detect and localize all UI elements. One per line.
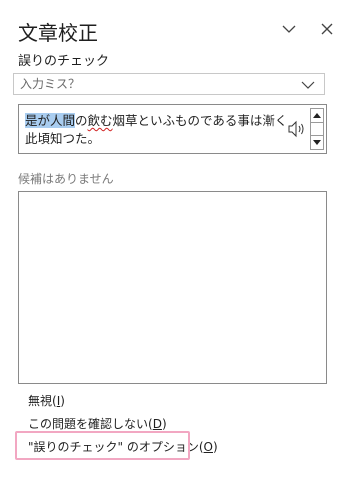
pane-close-button[interactable]	[315, 14, 339, 44]
close-icon	[321, 23, 333, 35]
section-title: 誤りのチェック	[18, 54, 110, 69]
scroll-down-button[interactable]	[311, 135, 323, 149]
sentence-box[interactable]: 是が人間の飲む烟草といふものである事は漸く此頃知つた。	[18, 104, 327, 154]
editor-pane: 文章校正 誤りのチェック 入力ミス？ 是が人間の飲む烟草といふものである事は漸く…	[0, 0, 341, 478]
options-accesskey: O	[203, 440, 213, 454]
chevron-down-icon	[282, 25, 296, 33]
ignore-label-end: )	[60, 394, 65, 408]
ignore-all-label-end: )	[161, 417, 167, 431]
ignore-all-label: この問題を確認しない(	[28, 417, 153, 431]
options-label-end: )	[213, 440, 218, 454]
category-dropdown[interactable]: 入力ミス？	[13, 73, 325, 95]
sentence-text[interactable]: 是が人間の飲む烟草といふものである事は漸く此頃知つた。	[25, 112, 291, 148]
ignore-label: 無視(	[28, 394, 57, 408]
read-aloud-button[interactable]	[287, 120, 307, 138]
ignore-all-accesskey: D	[152, 417, 162, 431]
options-label: "誤りのチェック" のオプション(	[28, 440, 204, 454]
ignore-all-link[interactable]: この問題を確認しない(D)	[28, 416, 167, 432]
error-text: 飲む	[87, 113, 113, 128]
scroll-down-icon	[313, 140, 321, 145]
scroll-up-button[interactable]	[311, 109, 323, 123]
pane-options-button[interactable]	[277, 14, 301, 44]
category-value: 入力ミス？	[20, 77, 81, 91]
chevron-down-icon	[301, 81, 315, 89]
ignore-link[interactable]: 無視(I)	[28, 393, 65, 409]
suggestions-label: 候補はありません	[18, 172, 114, 186]
suggestions-list[interactable]	[18, 191, 327, 384]
scroll-track[interactable]	[311, 123, 323, 135]
sentence-segment: の	[75, 113, 88, 128]
options-link[interactable]: "誤りのチェック" のオプション(O)	[28, 439, 218, 455]
highlighted-text: 是が人間	[25, 113, 76, 128]
sentence-scrollbar[interactable]	[310, 108, 324, 150]
pane-title: 文章校正	[18, 21, 98, 45]
scroll-up-icon	[313, 113, 321, 118]
speaker-icon	[288, 120, 304, 138]
